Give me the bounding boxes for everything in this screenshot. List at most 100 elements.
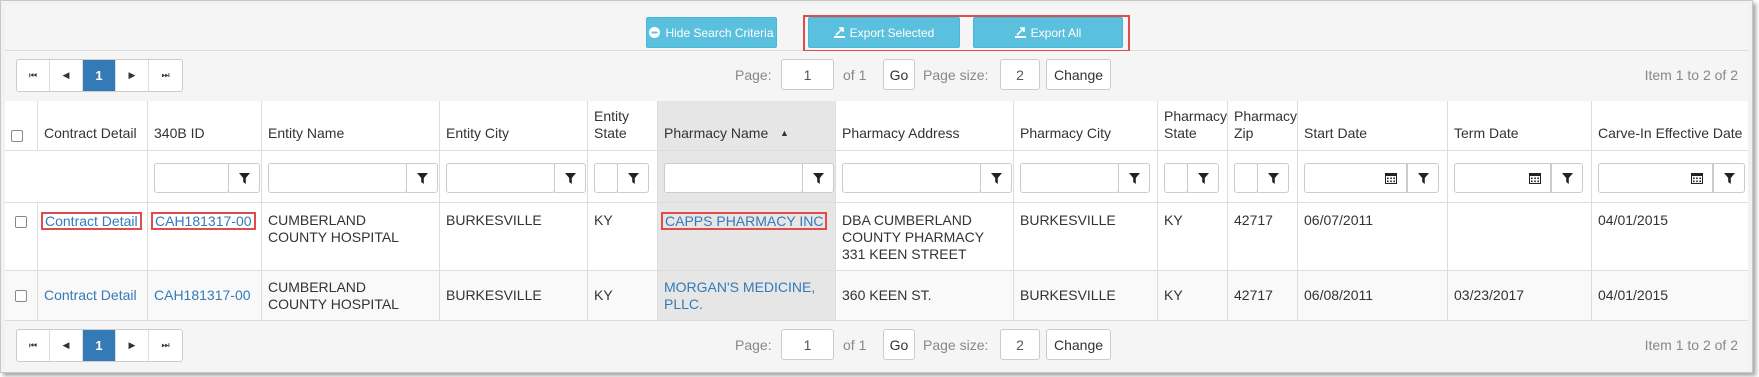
page-input[interactable]: 1 xyxy=(781,59,834,90)
date-filter-input[interactable] xyxy=(1598,163,1682,193)
col-header-entity-state[interactable]: Entity State xyxy=(588,101,658,151)
filter-cell-empty xyxy=(5,151,148,203)
col-header-pharmacy-zip[interactable]: Pharmacy Zip xyxy=(1228,101,1298,151)
change-button[interactable]: Change xyxy=(1046,329,1111,360)
page-nav: ⏮ ◀ 1 ▶ ⏭ xyxy=(16,329,183,362)
carve-in-date-cell: 04/01/2015 xyxy=(1592,203,1748,271)
export-selected-label: Export Selected xyxy=(849,25,935,40)
filter-icon[interactable] xyxy=(1257,163,1289,193)
col-header-entity-name[interactable]: Entity Name xyxy=(262,101,440,151)
filter-icon[interactable] xyxy=(1551,163,1583,193)
sort-asc-icon: ▲ xyxy=(779,128,789,138)
col-header-start-date[interactable]: Start Date xyxy=(1298,101,1448,151)
last-page-icon[interactable]: ⏭ xyxy=(149,60,182,91)
col-header-carve-in-date[interactable]: Carve-In Effective Date xyxy=(1592,101,1748,151)
select-all-checkbox[interactable] xyxy=(11,130,23,142)
filter-icon[interactable] xyxy=(980,163,1012,193)
filter-icon[interactable] xyxy=(554,163,586,193)
filter-icon[interactable] xyxy=(1407,163,1439,193)
filter-icon[interactable] xyxy=(228,163,260,193)
id-cell: CAH181317-00 xyxy=(148,203,262,271)
filter-carve-in-date xyxy=(1592,151,1748,203)
pharmacy-name-link[interactable]: MORGAN'S MEDICINE, PLLC. xyxy=(664,279,821,313)
page-number-button[interactable]: 1 xyxy=(83,330,116,361)
filter-icon[interactable] xyxy=(406,163,438,193)
col-header-pharmacy-address[interactable]: Pharmacy Address xyxy=(836,101,1014,151)
filter-input[interactable] xyxy=(1020,163,1119,193)
row-checkbox[interactable] xyxy=(15,216,27,228)
page-size-input[interactable]: 2 xyxy=(1000,329,1040,360)
filter-entity-name xyxy=(262,151,440,203)
contract-detail-link[interactable]: Contract Detail xyxy=(44,287,137,304)
filter-icon[interactable] xyxy=(802,163,834,193)
filter-entity-state xyxy=(588,151,658,203)
start-date-cell: 06/07/2011 xyxy=(1298,203,1448,271)
first-page-icon[interactable]: ⏮ xyxy=(17,60,50,91)
first-page-icon[interactable]: ⏮ xyxy=(17,330,50,361)
filter-input[interactable] xyxy=(1234,163,1258,193)
next-page-icon[interactable]: ▶ xyxy=(116,60,149,91)
col-header-pharmacy-state[interactable]: Pharmacy State xyxy=(1158,101,1228,151)
filter-icon[interactable] xyxy=(617,163,649,193)
page-size-label: Page size: xyxy=(923,67,989,83)
entity-city-cell: BURKESVILLE xyxy=(440,203,588,271)
export-selected-button[interactable]: Export Selected xyxy=(808,17,960,48)
date-filter-input[interactable] xyxy=(1304,163,1376,193)
page-size-label: Page size: xyxy=(923,337,989,353)
filter-input[interactable] xyxy=(154,163,229,193)
filter-icon[interactable] xyxy=(1187,163,1219,193)
filter-pharmacy-state xyxy=(1158,151,1228,203)
col-header-pharmacy-name[interactable]: Pharmacy Name ▲ xyxy=(658,101,836,151)
pharmacy-state-cell: KY xyxy=(1158,271,1228,321)
filter-input[interactable] xyxy=(268,163,407,193)
page-size-input[interactable]: 2 xyxy=(1000,59,1040,90)
go-button[interactable]: Go xyxy=(883,59,915,90)
pharmacy-name-link[interactable]: CAPPS PHARMACY INC xyxy=(661,212,828,230)
calendar-icon[interactable] xyxy=(1519,163,1551,193)
filter-input[interactable] xyxy=(842,163,981,193)
row-select xyxy=(5,271,38,321)
change-button[interactable]: Change xyxy=(1046,59,1111,90)
next-page-icon[interactable]: ▶ xyxy=(116,330,149,361)
filter-input[interactable] xyxy=(664,163,803,193)
page-nav: ⏮ ◀ 1 ▶ ⏭ xyxy=(16,59,183,92)
calendar-icon[interactable] xyxy=(1681,163,1713,193)
hide-search-criteria-button[interactable]: Hide Search Criteria xyxy=(646,17,777,48)
contract-detail-link[interactable]: Contract Detail xyxy=(41,212,142,230)
calendar-icon[interactable] xyxy=(1375,163,1407,193)
340b-id-link[interactable]: CAH181317-00 xyxy=(151,212,256,230)
minus-circle-icon xyxy=(649,27,661,38)
date-filter-input[interactable] xyxy=(1454,163,1520,193)
col-header-pharmacy-city[interactable]: Pharmacy City xyxy=(1014,101,1158,151)
prev-page-icon[interactable]: ◀ xyxy=(50,330,83,361)
filter-icon[interactable] xyxy=(1118,163,1150,193)
row-select xyxy=(5,203,38,271)
id-cell: CAH181317-00 xyxy=(148,271,262,321)
go-button[interactable]: Go xyxy=(883,329,915,360)
pharmacy-name-cell: MORGAN'S MEDICINE, PLLC. xyxy=(658,271,836,321)
col-header-340b-id[interactable]: 340B ID xyxy=(148,101,262,151)
row-checkbox[interactable] xyxy=(15,289,27,302)
page-input[interactable]: 1 xyxy=(781,329,834,360)
page-count: of 1 xyxy=(843,67,867,83)
filter-input[interactable] xyxy=(594,163,618,193)
start-date-cell: 06/08/2011 xyxy=(1298,271,1448,321)
select-all-header xyxy=(5,101,38,151)
export-icon xyxy=(1014,27,1026,38)
prev-page-icon[interactable]: ◀ xyxy=(50,60,83,91)
col-header-contract-detail[interactable]: Contract Detail xyxy=(38,101,148,151)
export-all-button[interactable]: Export All xyxy=(973,17,1123,48)
entity-city-cell: BURKESVILLE xyxy=(440,271,588,321)
filter-input[interactable] xyxy=(1164,163,1188,193)
grid-panel: Hide Search Criteria Export Selected Exp… xyxy=(5,5,1748,371)
340b-id-link[interactable]: CAH181317-00 xyxy=(154,287,251,304)
filter-input[interactable] xyxy=(446,163,555,193)
filter-icon[interactable] xyxy=(1713,163,1745,193)
page-label: Page: xyxy=(735,337,772,353)
last-page-icon[interactable]: ⏭ xyxy=(149,330,182,361)
page-number-button[interactable]: 1 xyxy=(83,60,116,91)
contract-detail-cell: Contract Detail xyxy=(38,203,148,271)
col-header-term-date[interactable]: Term Date xyxy=(1448,101,1592,151)
col-header-entity-city[interactable]: Entity City xyxy=(440,101,588,151)
entity-state-cell: KY xyxy=(588,271,658,321)
